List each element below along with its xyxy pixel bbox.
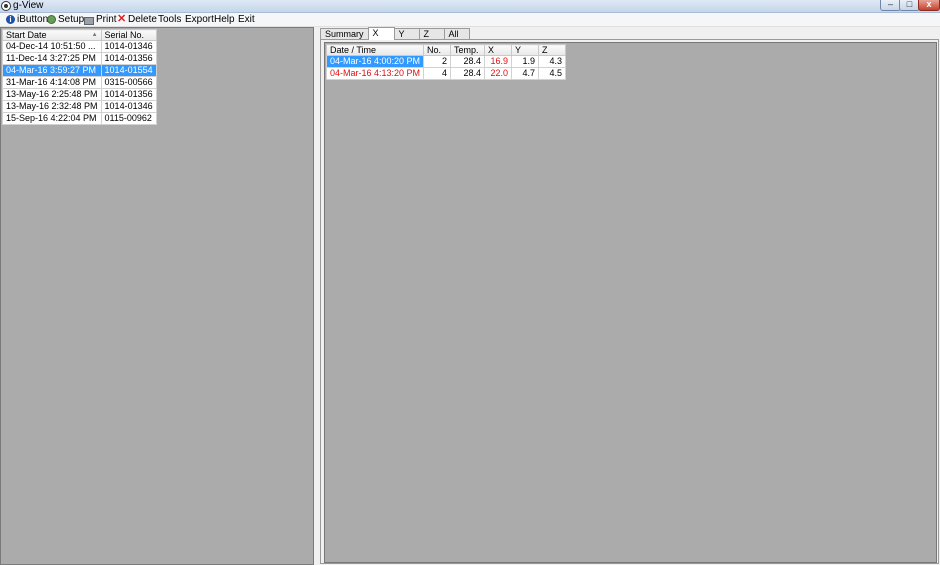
maximize-button[interactable]: □ [899, 0, 920, 11]
menu-ibutton[interactable]: i iButton [6, 13, 48, 26]
table-row[interactable]: 11-Dec-14 3:27:25 PM 1014-01356 [2, 52, 157, 65]
x-cell-alert: 16.9 [484, 55, 513, 68]
start-date-cell: 04-Mar-16 3:59:27 PM [2, 64, 102, 77]
start-date-cell: 04-Dec-14 10:51:50 ... [2, 40, 102, 53]
column-header-datetime[interactable]: Date / Time [325, 44, 425, 56]
gear-icon [47, 15, 56, 24]
minimize-button[interactable]: – [880, 0, 901, 11]
table-row[interactable]: 31-Mar-16 4:14:08 PM 0315-00566 [2, 76, 157, 89]
x-cell-alert: 22.0 [484, 67, 513, 80]
readings-table: Date / Time No. Temp. X Y Z 04-Mar-16 4:… [325, 44, 567, 80]
start-date-cell: 15-Sep-16 4:22:04 PM [2, 112, 102, 125]
readings-grid-area: Date / Time No. Temp. X Y Z 04-Mar-16 4:… [324, 42, 937, 563]
z-cell: 4.3 [538, 55, 567, 68]
menu-setup[interactable]: Setup [47, 13, 84, 26]
start-date-cell: 31-Mar-16 4:14:08 PM [2, 76, 102, 89]
tab-x[interactable]: X [367, 27, 395, 40]
column-header-x[interactable]: X [484, 44, 513, 56]
app-icon [1, 1, 11, 11]
column-header-serial-no[interactable]: Serial No. [100, 29, 157, 41]
device-list-table: Start Date ▲ Serial No. 04-Dec-14 10:51:… [2, 29, 157, 125]
table-row[interactable]: 04-Dec-14 10:51:50 ... 1014-01346 [2, 40, 157, 53]
no-cell: 2 [423, 55, 452, 68]
table-row[interactable]: 13-May-16 2:32:48 PM 1014-01346 [2, 100, 157, 113]
start-date-cell: 11-Dec-14 3:27:25 PM [2, 52, 102, 65]
table-row[interactable]: 15-Sep-16 4:22:04 PM 0115-00962 [2, 112, 157, 125]
sort-ascending-icon: ▲ [91, 32, 98, 38]
table-header-row: Start Date ▲ Serial No. [2, 29, 157, 41]
temp-cell: 28.4 [450, 67, 486, 80]
column-header-temp[interactable]: Temp. [450, 44, 486, 56]
info-icon: i [6, 15, 15, 24]
y-cell: 4.7 [511, 67, 540, 80]
start-date-cell: 13-May-16 2:32:48 PM [2, 100, 102, 113]
menu-print[interactable]: Print [84, 13, 117, 26]
serial-cell: 0315-00566 [100, 76, 157, 89]
device-list-panel: Start Date ▲ Serial No. 04-Dec-14 10:51:… [0, 27, 314, 565]
column-header-start-date[interactable]: Start Date ▲ [2, 29, 102, 41]
menu-bar: i iButton Setup Print ✕ Delete Tools Exp… [0, 13, 940, 27]
table-row[interactable]: 04-Mar-16 4:13:20 PM 4 28.4 22.0 4.7 4.5 [325, 67, 567, 80]
menu-delete[interactable]: ✕ Delete [117, 13, 157, 26]
menu-help[interactable]: Help [214, 13, 235, 26]
column-header-no[interactable]: No. [423, 44, 452, 56]
z-cell: 4.5 [538, 67, 567, 80]
start-date-cell: 13-May-16 2:25:48 PM [2, 88, 102, 101]
tab-content-x: Date / Time No. Temp. X Y Z 04-Mar-16 4:… [320, 39, 939, 564]
table-row[interactable]: 04-Mar-16 4:00:20 PM 2 28.4 16.9 1.9 4.3 [325, 55, 567, 68]
serial-cell: 1014-01554 [100, 64, 157, 77]
menu-tools[interactable]: Tools [158, 13, 181, 26]
table-row-selected[interactable]: 04-Mar-16 3:59:27 PM 1014-01554 [2, 64, 157, 77]
close-button[interactable]: x [918, 0, 940, 11]
datetime-cell-selected: 04-Mar-16 4:00:20 PM [325, 55, 425, 68]
tab-strip: Summary X Y Z All [320, 27, 470, 40]
table-row[interactable]: 13-May-16 2:25:48 PM 1014-01356 [2, 88, 157, 101]
serial-cell: 1014-01356 [100, 88, 157, 101]
readings-panel: Summary X Y Z All Date / Time No. Temp. … [318, 27, 939, 564]
no-cell: 4 [423, 67, 452, 80]
serial-cell: 1014-01346 [100, 40, 157, 53]
y-cell: 1.9 [511, 55, 540, 68]
table-header-row: Date / Time No. Temp. X Y Z [325, 44, 567, 56]
column-header-y[interactable]: Y [511, 44, 540, 56]
serial-cell: 0115-00962 [100, 112, 157, 125]
delete-x-icon: ✕ [117, 13, 127, 25]
menu-exit[interactable]: Exit [238, 13, 255, 26]
menu-export[interactable]: Export [185, 13, 214, 26]
serial-cell: 1014-01346 [100, 100, 157, 113]
serial-cell: 1014-01356 [100, 52, 157, 65]
title-bar: g-View – □ x [0, 0, 940, 13]
column-header-z[interactable]: Z [538, 44, 567, 56]
printer-icon [84, 16, 94, 25]
temp-cell: 28.4 [450, 55, 486, 68]
datetime-cell-alert: 04-Mar-16 4:13:20 PM [325, 67, 425, 80]
window-title: g-View [13, 0, 44, 11]
